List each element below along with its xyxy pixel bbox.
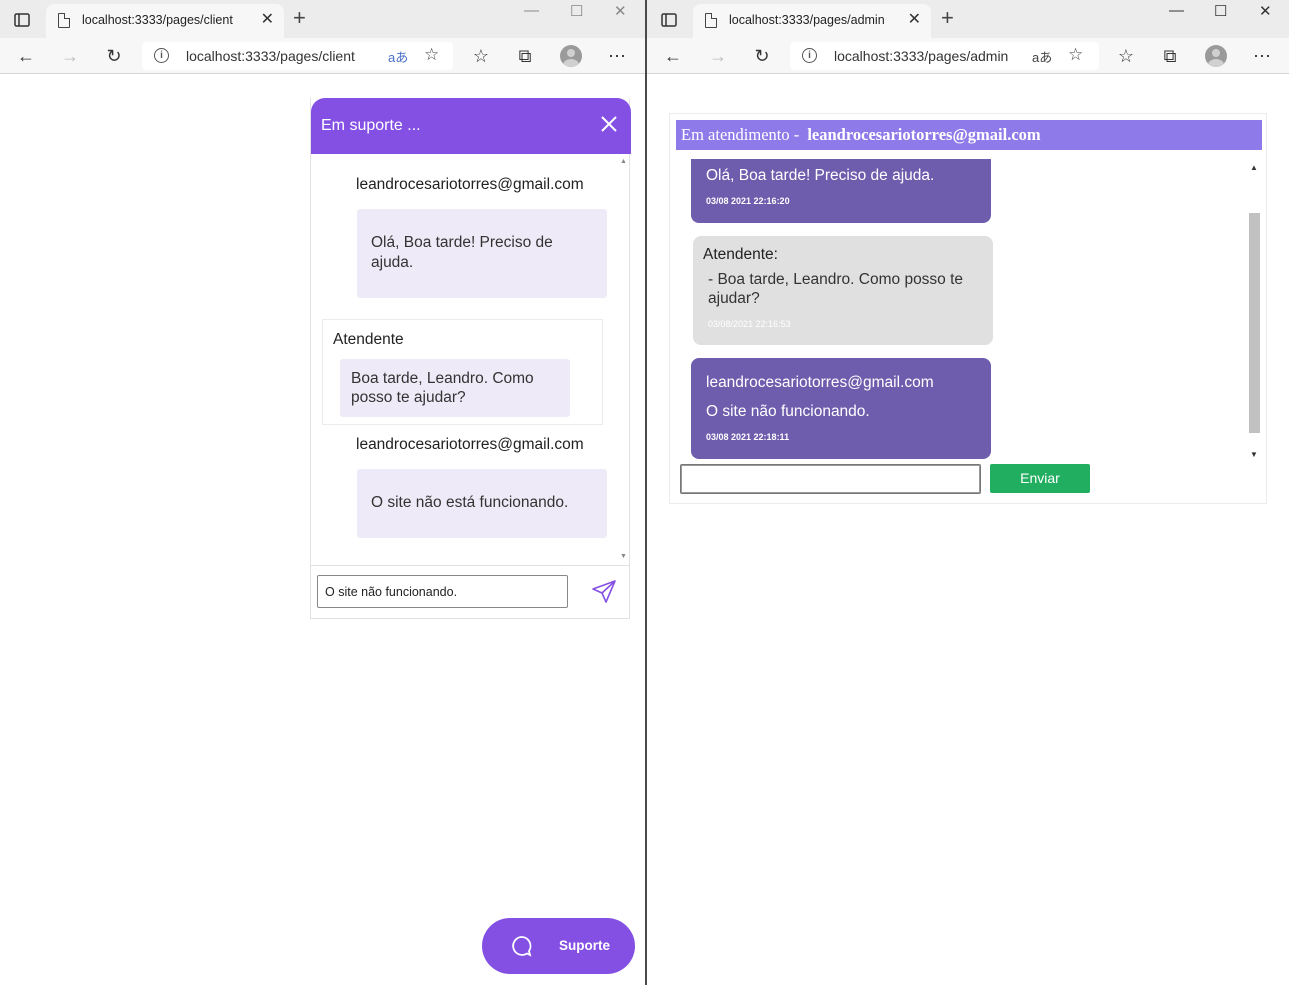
address-url: localhost:3333/pages/admin	[834, 48, 1009, 64]
scroll-thumb[interactable]	[1249, 213, 1260, 433]
scroll-up-icon[interactable]: ▲	[1250, 163, 1258, 172]
user-message-card: Olá, Boa tarde! Preciso de ajuda. 03/08 …	[691, 159, 991, 223]
chat-bubble-icon	[512, 936, 532, 957]
tab-client[interactable]: localhost:3333/pages/client ✕	[46, 4, 284, 38]
tab-strip: localhost:3333/pages/client ✕ + — ☐ ✕	[0, 0, 645, 38]
agent-label: Atendente	[333, 331, 404, 348]
chat-scrollbar[interactable]: ▲ ▼	[618, 158, 628, 560]
favorites-icon[interactable]: ☆	[1114, 44, 1138, 68]
message-datetime: 03/08 2021 22:18:11	[706, 432, 790, 442]
tab-title: localhost:3333/pages/admin	[729, 13, 885, 27]
admin-browser-window: localhost:3333/pages/admin ✕ + — ☐ ✕ ← →…	[647, 0, 1289, 985]
tab-actions-icon[interactable]	[12, 10, 32, 30]
browser-toolbar: ← → ↻ i localhost:3333/pages/client aあ ☆…	[0, 38, 645, 74]
close-tab-icon[interactable]: ✕	[261, 11, 274, 29]
refresh-icon[interactable]: ↻	[102, 44, 126, 68]
window-controls: — ☐ ✕	[1167, 0, 1287, 22]
page-icon	[705, 13, 717, 28]
new-tab-icon[interactable]: +	[941, 7, 954, 29]
site-info-icon[interactable]: i	[154, 48, 169, 63]
close-window-icon[interactable]: ✕	[1259, 2, 1272, 20]
refresh-icon[interactable]: ↻	[750, 44, 774, 68]
agent-message: Atendente Boa tarde, Leandro. Como posso…	[322, 319, 603, 425]
browser-toolbar: ← → ↻ i localhost:3333/pages/admin aあ ☆ …	[647, 38, 1289, 74]
chat-header: Em suporte ...	[311, 98, 631, 154]
forward-icon[interactable]: →	[706, 44, 730, 68]
tab-admin[interactable]: localhost:3333/pages/admin ✕	[693, 4, 931, 38]
close-chat-icon[interactable]	[599, 114, 619, 134]
collections-icon[interactable]: ⧉	[1158, 44, 1182, 68]
translate-icon[interactable]: aあ	[1032, 47, 1052, 66]
agent-message-bubble: Boa tarde, Leandro. Como posso te ajudar…	[340, 359, 570, 417]
minimize-icon[interactable]: —	[524, 2, 539, 19]
scroll-up-icon[interactable]: ▲	[620, 158, 627, 165]
favorites-icon[interactable]: ☆	[469, 44, 493, 68]
message-text: O site não funcionando.	[706, 403, 870, 420]
new-tab-icon[interactable]: +	[293, 7, 306, 29]
tab-strip: localhost:3333/pages/admin ✕ + — ☐ ✕	[647, 0, 1289, 38]
more-menu-icon[interactable]: ⋯	[605, 44, 629, 68]
page-icon	[58, 13, 70, 28]
user-message-card: leandrocesariotorres@gmail.com O site nã…	[691, 358, 991, 459]
message-datetime: 03/08 2021 22:16:20	[706, 196, 790, 206]
close-window-icon[interactable]: ✕	[614, 2, 627, 20]
admin-message-input[interactable]	[680, 464, 981, 494]
scroll-down-icon[interactable]: ▼	[620, 553, 627, 560]
close-tab-icon[interactable]: ✕	[908, 11, 921, 29]
more-menu-icon[interactable]: ⋯	[1250, 44, 1274, 68]
scroll-down-icon[interactable]: ▼	[1250, 450, 1258, 459]
minimize-icon[interactable]: —	[1169, 2, 1184, 19]
send-icon[interactable]	[591, 579, 617, 605]
maximize-icon[interactable]: ☐	[1214, 2, 1227, 20]
user-message-bubble: Olá, Boa tarde! Preciso de ajuda.	[357, 209, 607, 298]
address-bar[interactable]: i localhost:3333/pages/admin aあ ☆	[790, 42, 1099, 70]
header-prefix: Em atendimento -	[681, 125, 800, 144]
send-button[interactable]: Enviar	[990, 464, 1090, 493]
add-favorite-icon[interactable]: ☆	[424, 45, 439, 65]
message-text: - Boa tarde, Leandro. Como posso te ajud…	[708, 271, 964, 307]
support-button[interactable]: Suporte	[482, 918, 635, 974]
site-info-icon[interactable]: i	[802, 48, 817, 63]
admin-scrollbar[interactable]: ▲ ▼	[1248, 163, 1260, 459]
admin-support-panel: Em atendimento - leandrocesariotorres@gm…	[669, 113, 1267, 504]
collections-icon[interactable]: ⧉	[513, 44, 537, 68]
forward-icon[interactable]: →	[58, 44, 82, 68]
support-chat-widget: Em suporte ... leandrocesariotorres@gmai…	[310, 98, 631, 619]
admin-messages[interactable]: Olá, Boa tarde! Preciso de ajuda. 03/08 …	[676, 159, 1262, 459]
admin-panel-header: Em atendimento - leandrocesariotorres@gm…	[676, 120, 1262, 150]
maximize-icon[interactable]: ☐	[570, 2, 583, 20]
address-url: localhost:3333/pages/client	[186, 48, 355, 64]
user-message-bubble: O site não está funcionando.	[357, 469, 607, 538]
window-controls: — ☐ ✕	[520, 0, 640, 22]
profile-avatar[interactable]	[560, 45, 582, 67]
header-email: leandrocesariotorres@gmail.com	[807, 125, 1041, 144]
add-favorite-icon[interactable]: ☆	[1068, 45, 1083, 65]
back-icon[interactable]: ←	[661, 44, 685, 68]
profile-avatar[interactable]	[1205, 45, 1227, 67]
message-text: Olá, Boa tarde! Preciso de ajuda.	[706, 167, 935, 184]
chat-messages[interactable]: leandrocesariotorres@gmail.com Olá, Boa …	[311, 154, 630, 564]
tab-title: localhost:3333/pages/client	[82, 13, 233, 27]
chat-message-input[interactable]: O site não funcionando.	[317, 575, 568, 608]
chat-input-row: O site não funcionando.	[311, 565, 630, 618]
back-icon[interactable]: ←	[14, 44, 38, 68]
message-datetime: 03/08/2021 22:16:53	[708, 319, 791, 329]
message-sender: leandrocesariotorres@gmail.com	[356, 176, 584, 193]
client-browser-window: localhost:3333/pages/client ✕ + — ☐ ✕ ← …	[0, 0, 645, 985]
agent-message-card: Atendente: - Boa tarde, Leandro. Como po…	[693, 236, 993, 345]
tab-actions-icon[interactable]	[659, 10, 679, 30]
chat-title: Em suporte ...	[321, 117, 421, 134]
support-button-label: Suporte	[559, 938, 611, 953]
translate-icon[interactable]: aあ	[388, 47, 408, 66]
message-sender: leandrocesariotorres@gmail.com	[356, 436, 584, 453]
message-email: leandrocesariotorres@gmail.com	[706, 374, 934, 391]
address-bar[interactable]: i localhost:3333/pages/client aあ ☆	[142, 42, 453, 70]
agent-label: Atendente:	[703, 246, 778, 263]
